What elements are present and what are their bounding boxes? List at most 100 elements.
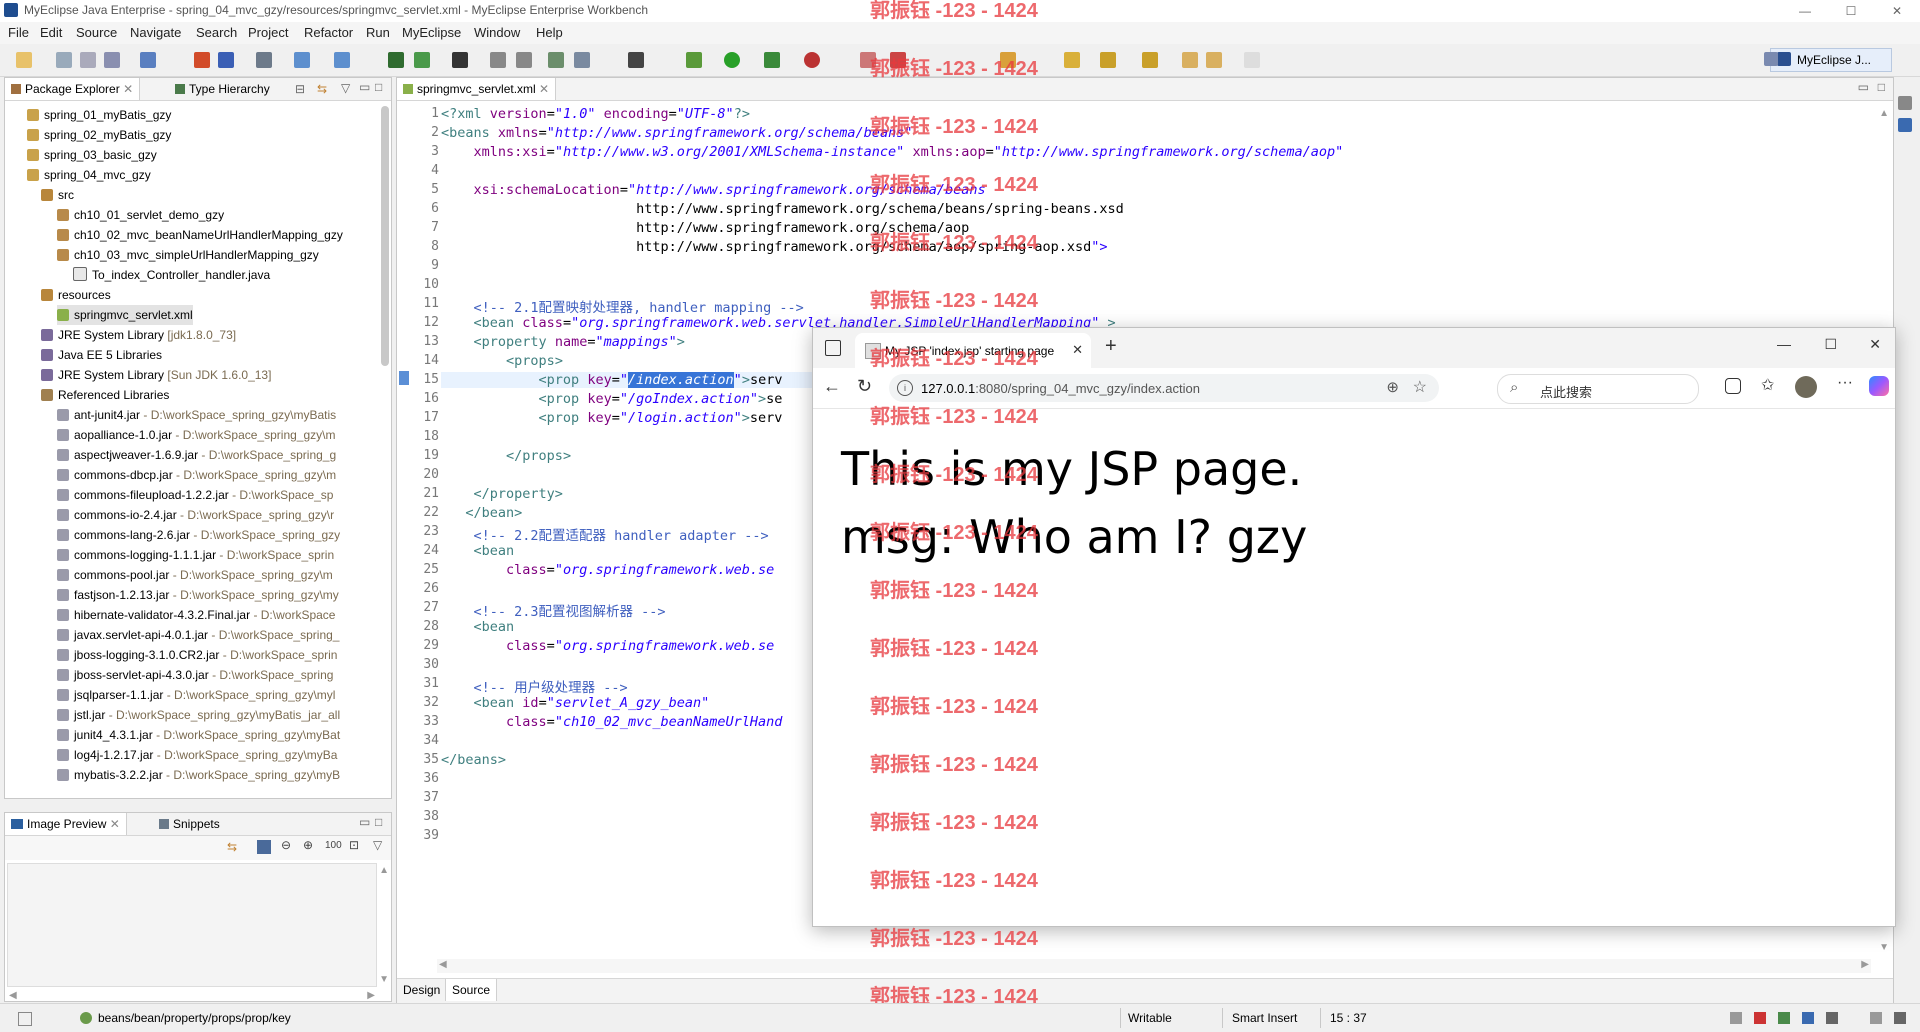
code-line[interactable]: <props>	[441, 353, 563, 369]
collapse-all-icon[interactable]: ⊟	[295, 82, 305, 96]
link-editor-icon[interactable]: ⇆	[317, 82, 327, 96]
code-line[interactable]: <?xml version="1.0" encoding="UTF-8"?>	[441, 106, 750, 122]
tree-item[interactable]: JRE System Library [jdk1.8.0_73]	[41, 325, 236, 345]
menu-source[interactable]: Source	[76, 25, 117, 40]
menu-myeclipse[interactable]: MyEclipse	[402, 25, 461, 40]
code-line[interactable]: <beans xmlns="http://www.springframework…	[441, 125, 912, 141]
tree-item[interactable]: javax.servlet-api-4.0.1.jar - D:\workSpa…	[57, 625, 339, 645]
avatar[interactable]	[1795, 376, 1817, 398]
close-tab-icon[interactable]: ✕	[1072, 342, 1083, 358]
tree-item[interactable]: mybatis-3.2.2.jar - D:\workSpace_spring_…	[57, 765, 340, 785]
reload-icon[interactable]: ↻	[857, 376, 872, 397]
tree-item[interactable]: ch10_01_servlet_demo_gzy	[57, 205, 224, 225]
favorite-star-icon[interactable]: ☆	[1413, 377, 1427, 397]
status-tool-icon[interactable]	[1754, 1012, 1766, 1024]
tree-item[interactable]: commons-lang-2.6.jar - D:\workSpace_spri…	[57, 525, 340, 545]
scroll-right-icon[interactable]: ▶	[1861, 959, 1869, 970]
tree-item[interactable]: log4j-1.2.17.jar - D:\workSpace_spring_g…	[57, 745, 337, 765]
menu-window[interactable]: Window	[474, 25, 520, 40]
tree-item[interactable]: aopalliance-1.0.jar - D:\workSpace_sprin…	[57, 425, 335, 445]
minimize-editor-icon[interactable]: ▭	[1858, 80, 1869, 94]
code-line[interactable]: xmlns:xsi="http://www.w3.org/2001/XMLSch…	[441, 144, 1344, 160]
search-box[interactable]: ⌕ 点此搜索	[1497, 374, 1699, 404]
prev-annotation-icon[interactable]	[1142, 52, 1158, 68]
actual-size-icon[interactable]: 100	[325, 840, 342, 851]
outline-icon[interactable]	[1898, 96, 1912, 110]
pin-icon[interactable]	[1064, 52, 1080, 68]
status-tool-icon[interactable]	[1894, 1012, 1906, 1024]
code-line[interactable]: <!-- 2.1配置映射处理器, handler mapping -->	[441, 296, 804, 316]
refresh-icon[interactable]	[490, 52, 506, 68]
tree-item[interactable]: jstl.jar - D:\workSpace_spring_gzy\myBat…	[57, 705, 340, 725]
code-line[interactable]: <bean id="servlet_A_gzy_bean"	[441, 695, 710, 711]
zoom-in-icon[interactable]: ⊕	[303, 838, 313, 852]
tree-item[interactable]: Java EE 5 Libraries	[41, 345, 162, 365]
tree-item[interactable]: JRE System Library [Sun JDK 1.6.0_13]	[41, 365, 271, 385]
maximize-button[interactable]: ☐	[1824, 336, 1837, 353]
tree-item[interactable]: commons-io-2.4.jar - D:\workSpace_spring…	[57, 505, 334, 525]
tab-package-explorer[interactable]: Package Explorer ✕	[5, 78, 141, 100]
search-tool-icon[interactable]	[574, 52, 590, 68]
new-tab-icon[interactable]: +	[1105, 335, 1117, 358]
run-icon[interactable]	[724, 52, 740, 68]
code-line[interactable]: class="ch10_02_mvc_beanNameUrlHand	[441, 714, 782, 730]
view-menu-icon[interactable]: ▽	[341, 81, 350, 95]
scroll-up-icon[interactable]: ▲	[379, 865, 389, 876]
code-line[interactable]: class="org.springframework.web.se	[441, 638, 774, 654]
menu-help[interactable]: Help	[536, 25, 563, 40]
close-tab-icon[interactable]: ✕	[110, 817, 120, 831]
menu-refactor[interactable]: Refactor	[304, 25, 353, 40]
close-tab-icon[interactable]: ✕	[123, 82, 133, 96]
maximize-editor-icon[interactable]: □	[1878, 80, 1885, 94]
menu-file[interactable]: File	[8, 25, 29, 40]
code-line[interactable]: <bean	[441, 619, 515, 635]
status-tool-icon[interactable]	[1826, 1012, 1838, 1024]
close-button[interactable]: ✕	[1869, 336, 1881, 353]
tree-item[interactable]: ch10_02_mvc_beanNameUrlHandlerMapping_gz…	[57, 225, 343, 245]
tree-item[interactable]: commons-fileupload-1.2.2.jar - D:\workSp…	[57, 485, 333, 505]
tree-item[interactable]: jboss-servlet-api-4.3.0.jar - D:\workSpa…	[57, 665, 333, 685]
tab-snippets[interactable]: Snippets	[153, 813, 226, 835]
more-menu-icon[interactable]: ···	[1837, 374, 1853, 392]
code-line[interactable]: <prop key="/goIndex.action">se	[441, 391, 783, 407]
code-line[interactable]: <!-- 2.3配置视图解析器 -->	[441, 600, 666, 620]
print-icon[interactable]	[104, 52, 120, 68]
tree-item[interactable]: aspectjweaver-1.6.9.jar - D:\workSpace_s…	[57, 445, 336, 465]
close-button[interactable]: ✕	[1874, 0, 1920, 22]
tree-item[interactable]: spring_04_mvc_gzy	[27, 165, 151, 185]
open-image-icon[interactable]	[257, 840, 271, 854]
build-icon[interactable]	[388, 52, 404, 68]
tab-design[interactable]: Design	[397, 979, 446, 1001]
save-all-icon[interactable]	[80, 52, 96, 68]
menu-navigate[interactable]: Navigate	[130, 25, 181, 40]
server-icon[interactable]	[256, 52, 272, 68]
tree-item[interactable]: jsqlparser-1.1.jar - D:\workSpace_spring…	[57, 685, 335, 705]
code-line[interactable]: class="org.springframework.web.se	[441, 562, 774, 578]
horizontal-scrollbar[interactable]: ◀ ▶	[437, 959, 1871, 973]
code-line[interactable]: </bean>	[441, 505, 522, 521]
back-icon[interactable]: ←	[823, 376, 841, 397]
tree-item[interactable]: resources	[41, 285, 111, 305]
link-icon[interactable]: ⇆	[227, 840, 237, 854]
maximize-view-icon[interactable]: □	[375, 815, 382, 829]
tree-item[interactable]: springmvc_servlet.xml	[57, 305, 193, 325]
tree-item[interactable]: spring_01_myBatis_gzy	[27, 105, 171, 125]
stop-icon[interactable]	[516, 52, 532, 68]
debug-icon[interactable]	[686, 52, 702, 68]
tree-item[interactable]: hibernate-validator-4.3.2.Final.jar - D:…	[57, 605, 335, 625]
tree-item[interactable]: fastjson-1.2.13.jar - D:\workSpace_sprin…	[57, 585, 339, 605]
code-line[interactable]: </property>	[441, 486, 563, 502]
tree-item[interactable]: To_index_Controller_handler.java	[73, 265, 270, 285]
menu-edit[interactable]: Edit	[40, 25, 62, 40]
web-browser-icon[interactable]	[334, 52, 350, 68]
favorites-icon[interactable]: ✩	[1761, 375, 1774, 395]
open-perspective-button-icon[interactable]	[1764, 52, 1778, 66]
perspective-switcher[interactable]: MyEclipse J...	[1770, 48, 1892, 72]
scroll-up-icon[interactable]: ▲	[1879, 108, 1889, 119]
tab-source[interactable]: Source	[445, 979, 498, 1001]
zoom-icon[interactable]: ⊕	[1386, 378, 1399, 396]
status-tool-icon[interactable]	[1870, 1012, 1882, 1024]
code-line[interactable]: <!-- 用户级处理器 -->	[441, 676, 628, 696]
maximize-view-icon[interactable]: □	[375, 80, 382, 94]
save-icon[interactable]	[56, 52, 72, 68]
